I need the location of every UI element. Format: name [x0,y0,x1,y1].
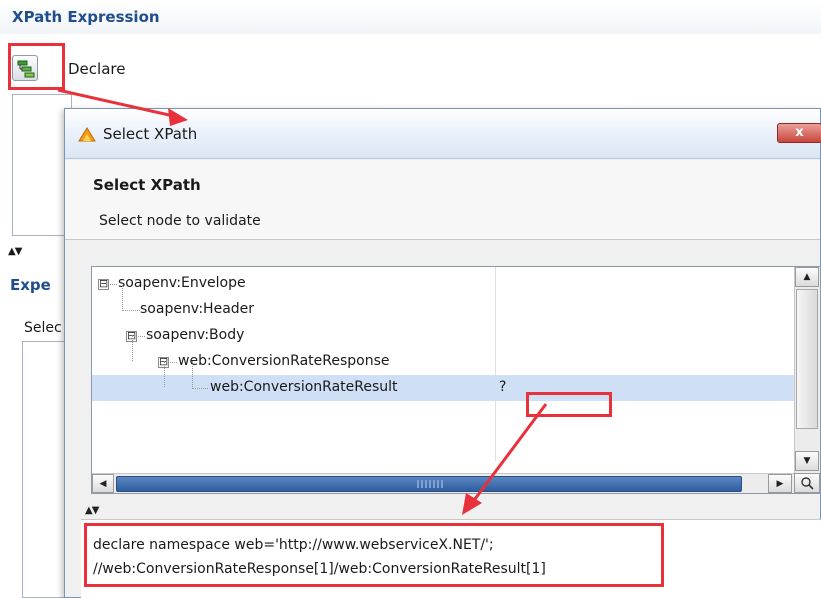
result-namespace-line: declare namespace web='http://www.webser… [93,537,494,553]
result-xpath-line: //web:ConversionRateResponse[1]/web:Conv… [93,561,546,577]
zoom-icon [801,477,814,490]
value-highlight-box [526,392,612,417]
scroll-up-button[interactable]: ▲ [795,267,819,287]
scroll-down-button[interactable]: ▼ [795,451,819,471]
dialog-titlebar[interactable]: Select XPath x [65,109,821,159]
scroll-right-button[interactable]: ▶ [768,474,792,493]
horizontal-scrollbar[interactable]: ◀ ▶ [92,473,794,493]
expression-section-title: Expe [10,276,51,294]
select-xpath-dialog: Select XPath x Select XPath Select node … [64,108,821,598]
splitter-arrows[interactable]: ▲▼ [85,505,99,516]
tree-node-label: web:ConversionRateResult [210,379,398,395]
tree-node-label: soapenv:Envelope [118,275,246,291]
tree-row-conversion-rate-result[interactable]: web:ConversionRateResult ? [92,375,794,401]
tree-node-label: soapenv:Header [140,301,255,317]
tree-row-conversion-rate-response[interactable]: ⊟ web:ConversionRateResponse [92,349,794,375]
tree-row-envelope[interactable]: ⊟ soapenv:Envelope [92,271,794,297]
vertical-scroll-thumb[interactable] [796,289,818,429]
dialog-header: Select XPath Select node to validate [65,160,820,240]
header-title: Select XPath [93,176,201,194]
select-label: Selec [24,320,62,336]
close-button[interactable]: x [777,123,821,143]
header-subtitle: Select node to validate [99,213,261,229]
scroll-left-button[interactable]: ◀ [92,474,114,493]
collapse-icon[interactable]: ⊟ [98,278,109,290]
xpath-result-area[interactable]: declare namespace web='http://www.webser… [81,519,821,598]
node-value-cell[interactable]: ? [499,379,506,395]
tree-node-label: web:ConversionRateResponse [178,353,390,369]
vertical-scrollbar[interactable]: ▲ ▼ [794,267,820,473]
xpath-expression-box[interactable] [12,94,72,236]
declare-highlight-box [8,43,65,90]
xpath-tree[interactable]: ⊟ soapenv:Envelope soapenv:Header ⊟ soap… [91,266,821,494]
splitter-arrows[interactable]: ▲▼ [8,246,22,257]
result-highlight-box [84,523,664,587]
horizontal-scroll-thumb[interactable] [116,476,742,492]
tree-row-header[interactable]: soapenv:Header [92,297,794,323]
zoom-button[interactable] [794,473,820,493]
declare-label: Declare [68,60,126,78]
close-icon: x [795,125,804,140]
app-flame-icon [78,127,96,142]
section-title: XPath Expression [12,8,160,26]
dialog-title: Select XPath [103,125,198,143]
tree-row-body[interactable]: ⊟ soapenv:Body [92,323,794,349]
tree-node-label: soapenv:Body [146,327,245,343]
